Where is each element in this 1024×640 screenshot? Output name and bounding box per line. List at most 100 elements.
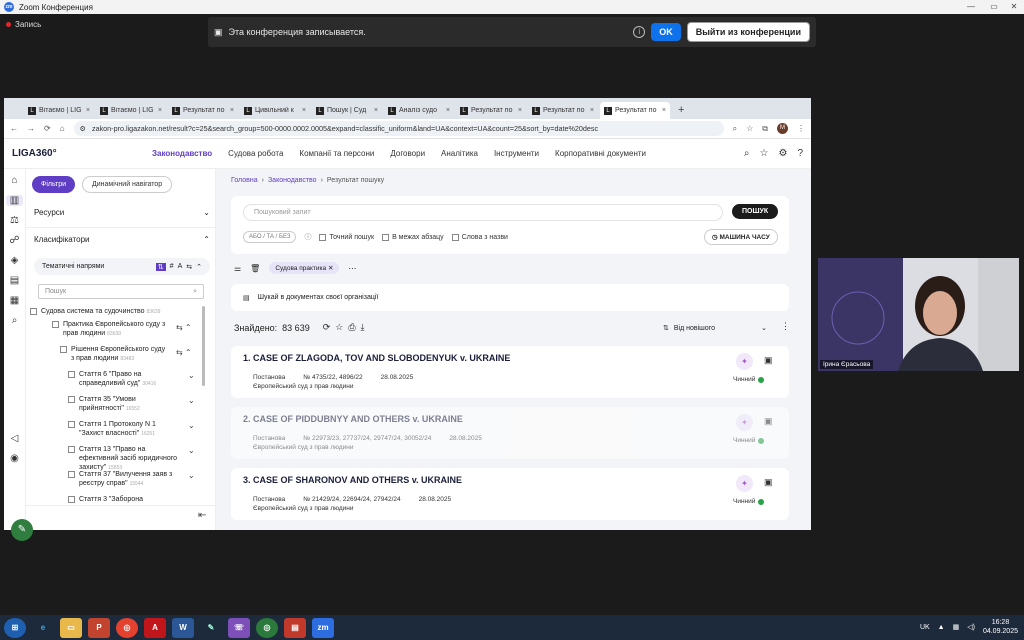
result-card[interactable]: 2. CASE OF PIDDUBNYY AND OTHERS v. UKRAI… <box>231 407 789 459</box>
powerpoint-icon[interactable]: P <box>88 617 110 638</box>
language-indicator[interactable]: UK <box>920 624 930 631</box>
tab-close-icon[interactable]: × <box>86 107 90 114</box>
thematic-directions-row[interactable]: Тематичні напрями ⇅ # A ⇆ ⌃ <box>34 258 210 275</box>
ai-sparkle-icon[interactable]: ✦ <box>736 414 753 431</box>
open-document-icon[interactable]: ▣ <box>764 477 773 488</box>
result-card[interactable]: 3. CASE OF SHARONOV AND OTHERS v. UKRAIN… <box>231 468 789 520</box>
zoom-icon[interactable]: ⌕ <box>733 124 737 134</box>
favorites-star-icon[interactable]: ☆ <box>760 148 769 159</box>
forward-icon[interactable]: → <box>27 124 35 133</box>
ai-sparkle-icon[interactable]: ✦ <box>736 353 753 370</box>
tab-close-icon[interactable]: × <box>662 107 666 114</box>
filter-settings-icon[interactable]: ⚌ <box>234 264 241 273</box>
document-icon[interactable]: ▤ <box>10 275 19 286</box>
nav-analytics[interactable]: Аналітика <box>441 149 478 158</box>
browser-tab[interactable]: L Результат по × <box>528 102 598 119</box>
tab-close-icon[interactable]: × <box>446 107 450 114</box>
more-icon[interactable]: ⋯ <box>348 264 356 273</box>
ai-sparkle-icon[interactable]: ✦ <box>736 475 753 492</box>
browser-tab[interactable]: L Результат по × <box>456 102 526 119</box>
paint-icon[interactable]: ✎ <box>200 618 222 638</box>
settings-gear-icon[interactable]: ⚙ <box>778 148 787 159</box>
close-icon[interactable]: ✕ <box>1005 2 1023 11</box>
tab-close-icon[interactable]: × <box>230 107 234 114</box>
tree-item[interactable]: Стаття 35 "Умови прийнятності" 16552 <box>68 395 180 414</box>
swap-icon[interactable]: ⇆ ⌃ <box>176 348 192 357</box>
file-explorer-icon[interactable]: ▭ <box>60 617 82 638</box>
breadcrumb-home[interactable]: Головна <box>231 177 258 184</box>
sort-az-icon[interactable]: ⇅ <box>155 262 166 271</box>
legislation-rail-icon[interactable]: ▥ <box>6 195 23 206</box>
result-title[interactable]: CASE OF SHARONOV AND OTHERS v. UKRAINE <box>253 475 462 485</box>
start-button-icon[interactable]: ⊞ <box>4 617 26 638</box>
browser-tab[interactable]: L Пошук | Суд × <box>312 102 382 119</box>
maximize-icon[interactable]: ▭ <box>985 2 1003 11</box>
checkbox[interactable] <box>68 471 75 478</box>
annotate-pen-icon[interactable]: ✎ <box>11 519 33 541</box>
network-icon[interactable]: ▦ <box>953 623 960 631</box>
profile-avatar[interactable]: M <box>777 123 788 134</box>
checkbox[interactable] <box>68 371 75 378</box>
tree-item[interactable]: Стаття 37 "Вилучення заяв з реєстру спра… <box>68 470 180 489</box>
chrome-icon[interactable]: ◎ <box>116 617 138 638</box>
collapse-panel-icon[interactable]: ⇤ <box>198 510 206 521</box>
acrobat-icon[interactable]: A <box>144 617 166 638</box>
search-icon[interactable]: ⌕ <box>744 148 750 159</box>
refresh-icon[interactable]: ⟳ <box>323 322 331 333</box>
minimize-icon[interactable]: — <box>962 2 980 11</box>
star-icon[interactable]: ☆ <box>335 322 343 333</box>
help-icon[interactable]: ? <box>797 148 803 159</box>
table-icon[interactable]: ▦ <box>10 295 19 306</box>
word-icon[interactable]: W <box>172 617 194 638</box>
tree-item[interactable]: Стаття 3 "Заборона <box>68 495 180 504</box>
exact-search-checkbox[interactable]: Точний пошук <box>319 233 374 241</box>
info-icon[interactable]: ⓘ <box>304 232 311 242</box>
tray-arrow-icon[interactable]: ▲ <box>938 624 945 631</box>
extensions-icon[interactable]: ⧉ <box>762 124 768 134</box>
result-title[interactable]: CASE OF PIDDUBNYY AND OTHERS v. UKRAINE <box>253 414 463 424</box>
tab-close-icon[interactable]: × <box>302 107 306 114</box>
participant-video[interactable]: Ірина Єрасьова <box>818 258 1019 371</box>
time-machine-button[interactable]: ◷ МАШИНА ЧАСУ <box>704 229 778 245</box>
browser-menu-icon[interactable]: ⋮ <box>797 124 805 133</box>
gavel-icon[interactable]: ⚖ <box>10 215 19 226</box>
swap-icon[interactable]: ⇆ ⌃ <box>176 323 192 332</box>
browser-tab[interactable]: L Аналіз судо × <box>384 102 454 119</box>
back-icon[interactable]: ← <box>10 124 18 133</box>
nav-companies[interactable]: Компанії та персони <box>299 149 374 158</box>
chevron-up-icon[interactable]: ⌃ <box>196 263 202 271</box>
open-document-icon[interactable]: ▣ <box>764 355 773 366</box>
nav-corporate-docs[interactable]: Корпоративні документи <box>555 149 646 158</box>
tab-close-icon[interactable]: × <box>518 107 522 114</box>
ok-button[interactable]: OK <box>651 23 681 41</box>
zoom-taskbar-icon[interactable]: zm <box>312 617 334 638</box>
classifier-search-input[interactable]: Пошук ⌕ <box>38 284 204 299</box>
megaphone-icon[interactable]: ◁ <box>11 433 19 444</box>
result-title[interactable]: CASE OF ZLAGODA, TOV AND SLOBODENYUK v. … <box>253 353 510 363</box>
tab-close-icon[interactable]: × <box>158 107 162 114</box>
reload-icon[interactable]: ⟳ <box>44 124 51 133</box>
result-card[interactable]: 1. CASE OF ZLAGODA, TOV AND SLOBODENYUK … <box>231 346 789 398</box>
filters-tab[interactable]: Фільтри <box>32 176 76 193</box>
download-icon[interactable]: ⤓ <box>361 322 365 333</box>
search-query-input[interactable]: Пошуковий запит <box>243 204 723 221</box>
search-icon[interactable]: ⌕ <box>193 288 197 295</box>
bookmark-star-icon[interactable]: ☆ <box>746 124 753 133</box>
chrome-profile-icon[interactable]: ◎ <box>256 617 278 638</box>
checkbox[interactable] <box>68 496 75 503</box>
info-icon[interactable]: i <box>633 26 646 38</box>
sort-numeric-icon[interactable]: # <box>170 263 174 270</box>
site-info-icon[interactable]: ⚙ <box>80 124 86 133</box>
checkbox[interactable] <box>68 421 75 428</box>
dynamic-navigator-tab[interactable]: Динамічний навігатор <box>82 176 173 193</box>
checkbox[interactable] <box>30 308 37 315</box>
print-icon[interactable]: ⎙ <box>348 322 355 333</box>
tree-item[interactable]: Судова система та судочинство 83639 <box>30 307 180 317</box>
tab-close-icon[interactable]: × <box>590 107 594 114</box>
within-paragraph-checkbox[interactable]: В межах абзацу <box>382 233 444 241</box>
people-icon[interactable]: ☍ <box>9 235 19 246</box>
tree-item[interactable]: Рішення Європейського суду з прав людини… <box>60 345 170 364</box>
sort-select[interactable]: ⇅ Від новішого ⌄ <box>663 321 767 335</box>
nav-tools[interactable]: Інструменти <box>494 149 539 158</box>
tree-item[interactable]: Практика Європейського суду з прав людин… <box>52 320 170 339</box>
